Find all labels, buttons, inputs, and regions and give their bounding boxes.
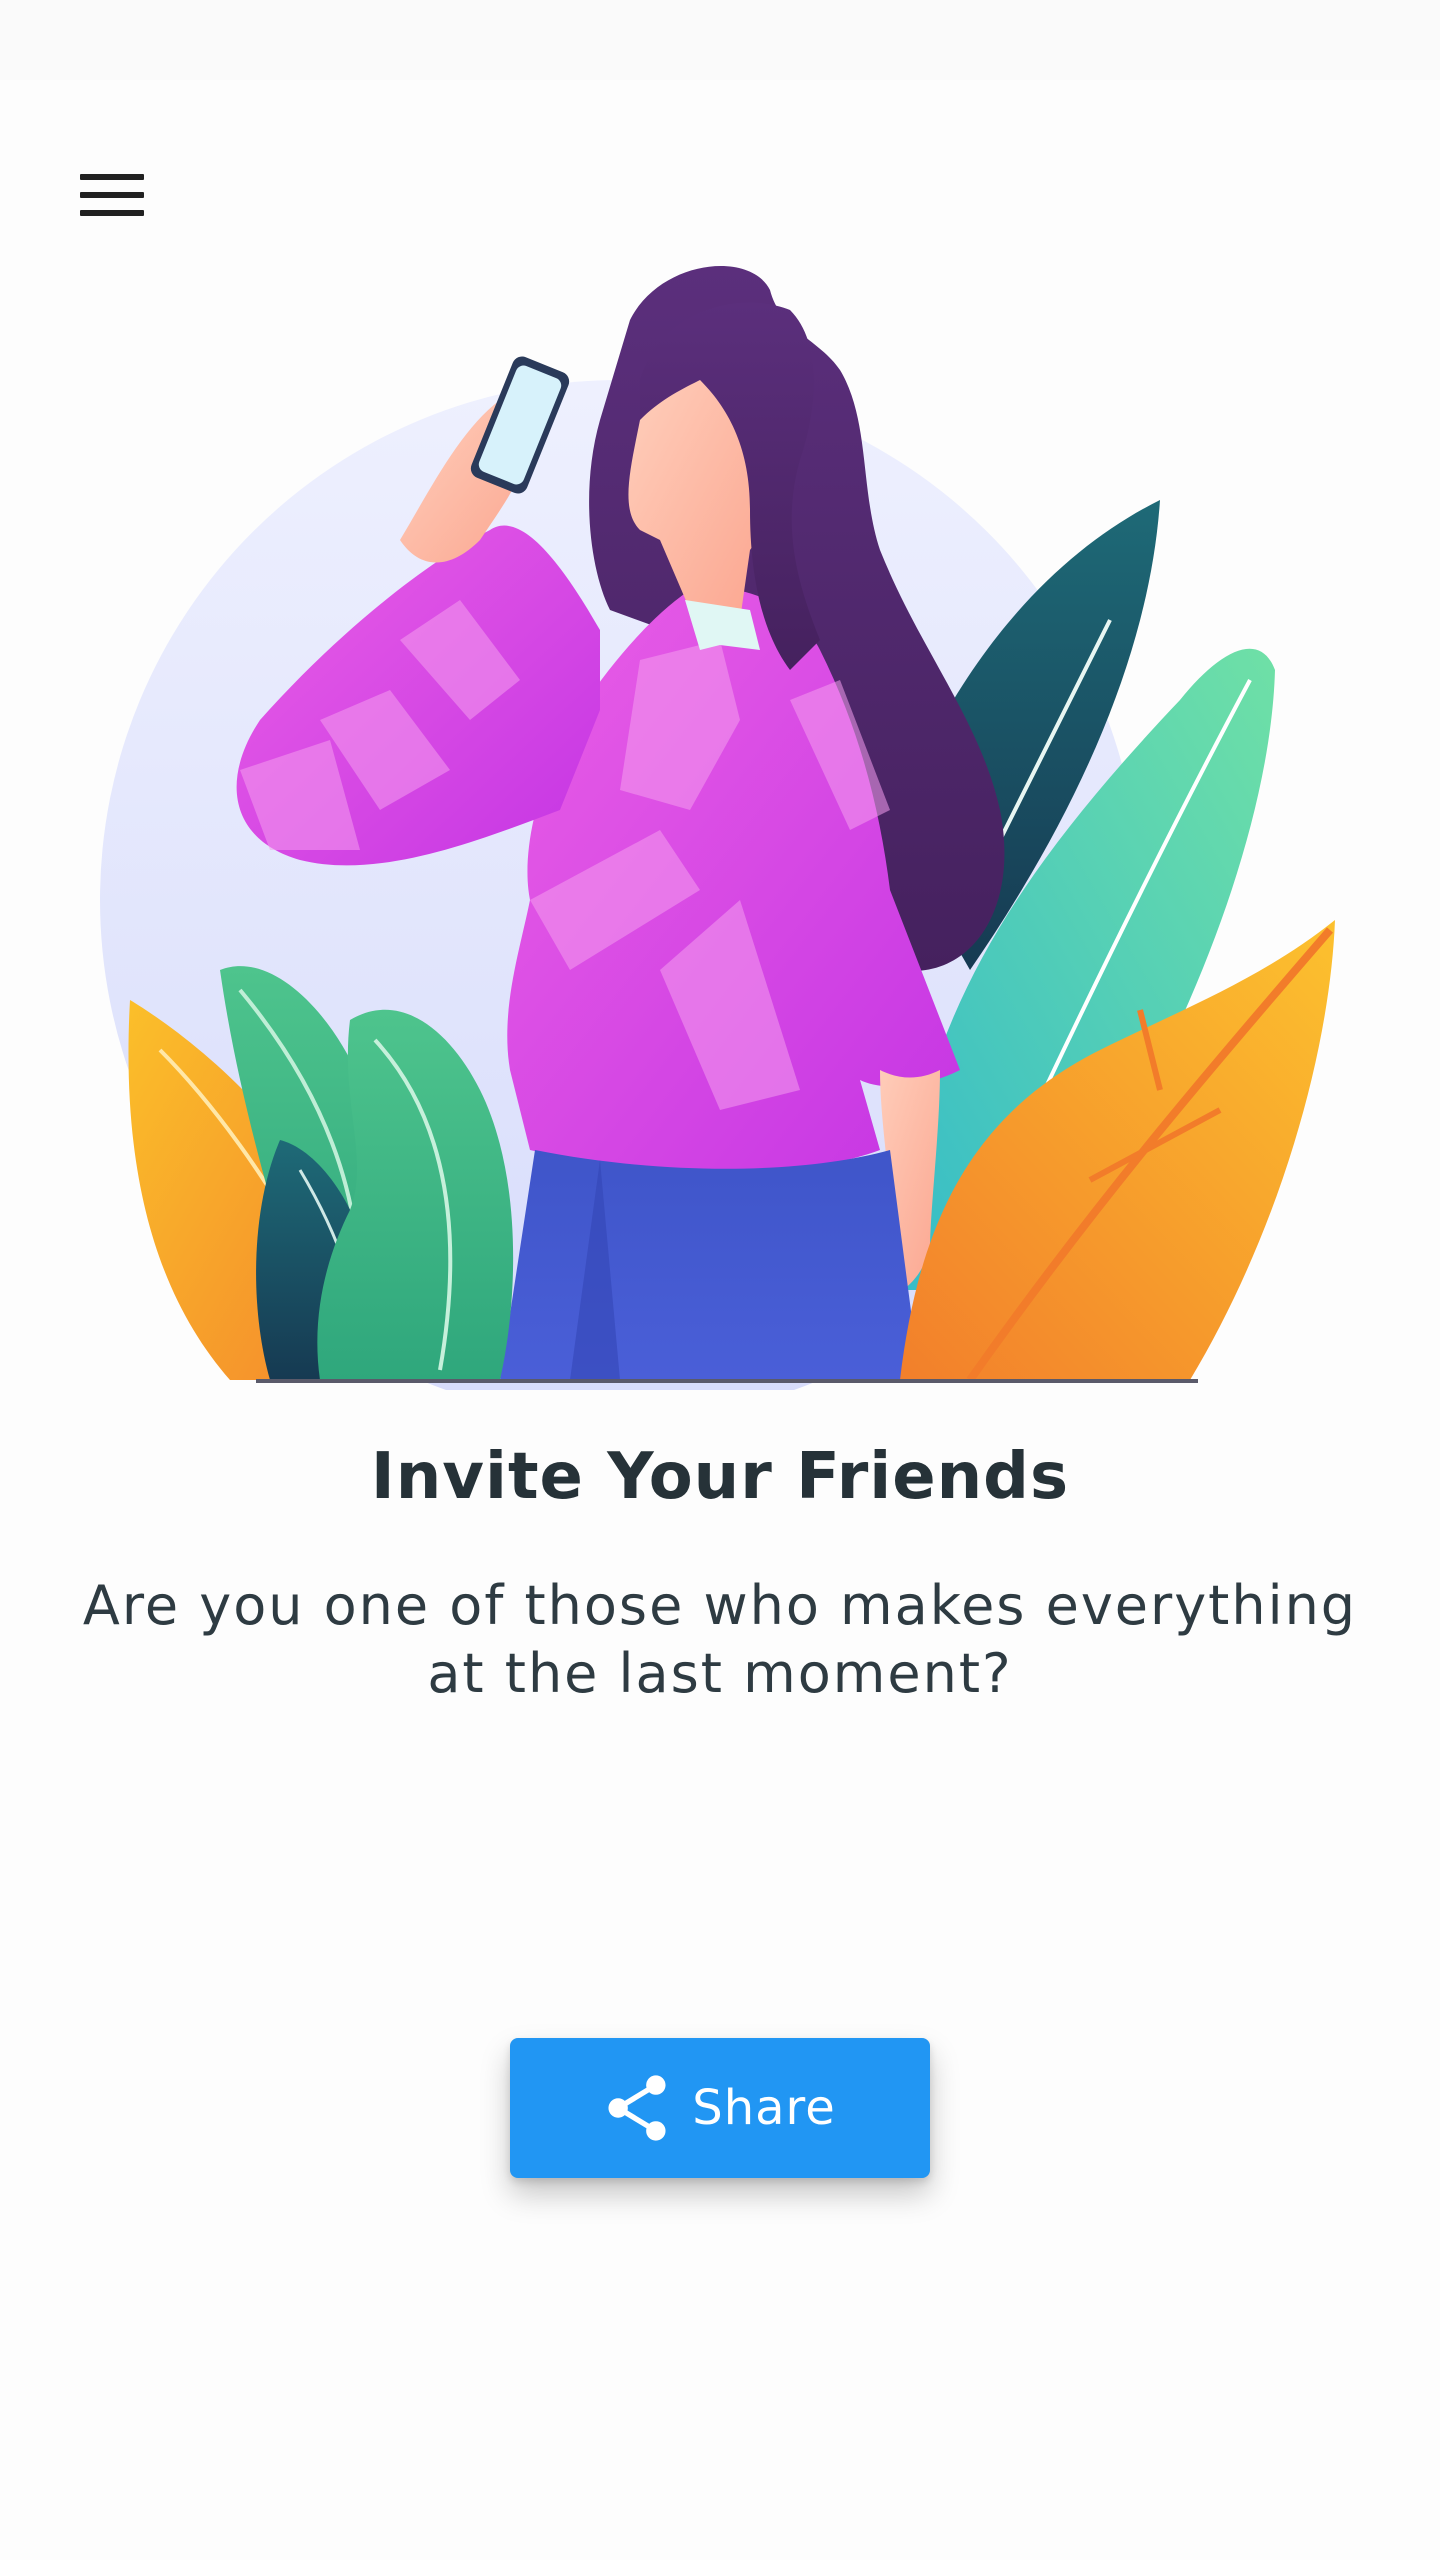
menu-button[interactable] (60, 150, 164, 240)
hamburger-line (80, 192, 144, 198)
status-bar (0, 0, 1440, 80)
share-button[interactable]: Share (510, 2038, 930, 2178)
page-title: Invite Your Friends (370, 1440, 1070, 1514)
hamburger-menu-icon (80, 174, 144, 180)
page-subtitle: Are you one of those who makes everythin… (82, 1574, 1358, 1705)
woman-on-phone-illustration (100, 266, 1335, 1390)
share-icon (608, 2075, 666, 2141)
share-button-label: Share (692, 2080, 836, 2136)
hamburger-line (80, 210, 144, 216)
